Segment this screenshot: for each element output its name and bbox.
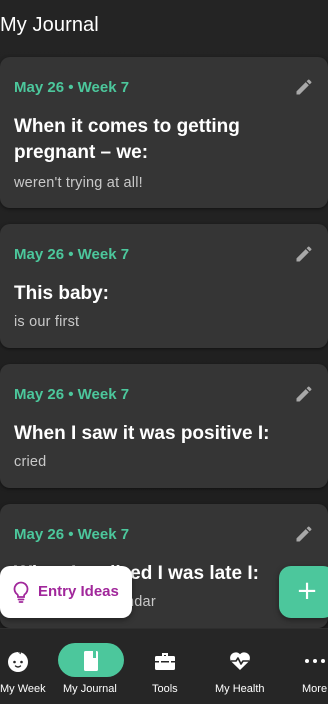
- entry-date: May 26 • Week 7: [14, 79, 130, 96]
- nav-label: Tools: [152, 683, 178, 695]
- nav-label: More: [302, 683, 328, 695]
- edit-pencil-icon[interactable]: [294, 77, 314, 97]
- entry-answer: is our first: [14, 314, 80, 330]
- entry-date: May 26 • Week 7: [14, 526, 130, 543]
- entry-prompt: When it comes to getting pregnant – we:: [14, 116, 240, 163]
- nav-label: My Journal: [63, 683, 117, 695]
- entry-prompt: This baby:: [14, 283, 110, 304]
- more-dots-icon: [305, 659, 325, 663]
- edit-pencil-icon[interactable]: [294, 384, 314, 404]
- heart-pulse-icon: [230, 652, 250, 670]
- edit-pencil-icon[interactable]: [294, 524, 314, 544]
- journal-screen: My Journal May 26 • Week 7 When it comes…: [0, 0, 328, 704]
- nav-label: My Health: [215, 683, 265, 695]
- lightbulb-icon: [13, 581, 29, 603]
- add-entry-button[interactable]: +: [279, 566, 328, 618]
- journal-entry-card[interactable]: May 26 • Week 7 When it comes to getting…: [0, 57, 328, 208]
- nav-item-my-health[interactable]: My Health: [205, 629, 275, 704]
- edit-pencil-icon[interactable]: [294, 244, 314, 264]
- entry-date: May 26 • Week 7: [14, 386, 130, 403]
- bottom-nav: My Week My Journal Tools My Health More: [0, 628, 328, 704]
- entry-prompt: When I saw it was positive I:: [14, 423, 270, 444]
- entry-ideas-label: Entry Ideas: [38, 583, 119, 600]
- entry-answer: weren't trying at all!: [14, 175, 143, 191]
- journal-entry-card[interactable]: May 26 • Week 7 This baby: is our first: [0, 224, 328, 348]
- entry-date: May 26 • Week 7: [14, 246, 130, 263]
- journal-book-icon: [84, 651, 98, 671]
- page-title: My Journal: [0, 14, 99, 36]
- plus-icon: +: [296, 576, 318, 606]
- nav-item-more[interactable]: More: [296, 629, 328, 704]
- toolbox-icon: [155, 653, 175, 670]
- entry-answer: cried: [14, 454, 47, 470]
- journal-entry-card[interactable]: May 26 • Week 7 When I saw it was positi…: [0, 364, 328, 488]
- entry-ideas-button[interactable]: Entry Ideas: [0, 566, 132, 618]
- nav-item-tools[interactable]: Tools: [140, 629, 190, 704]
